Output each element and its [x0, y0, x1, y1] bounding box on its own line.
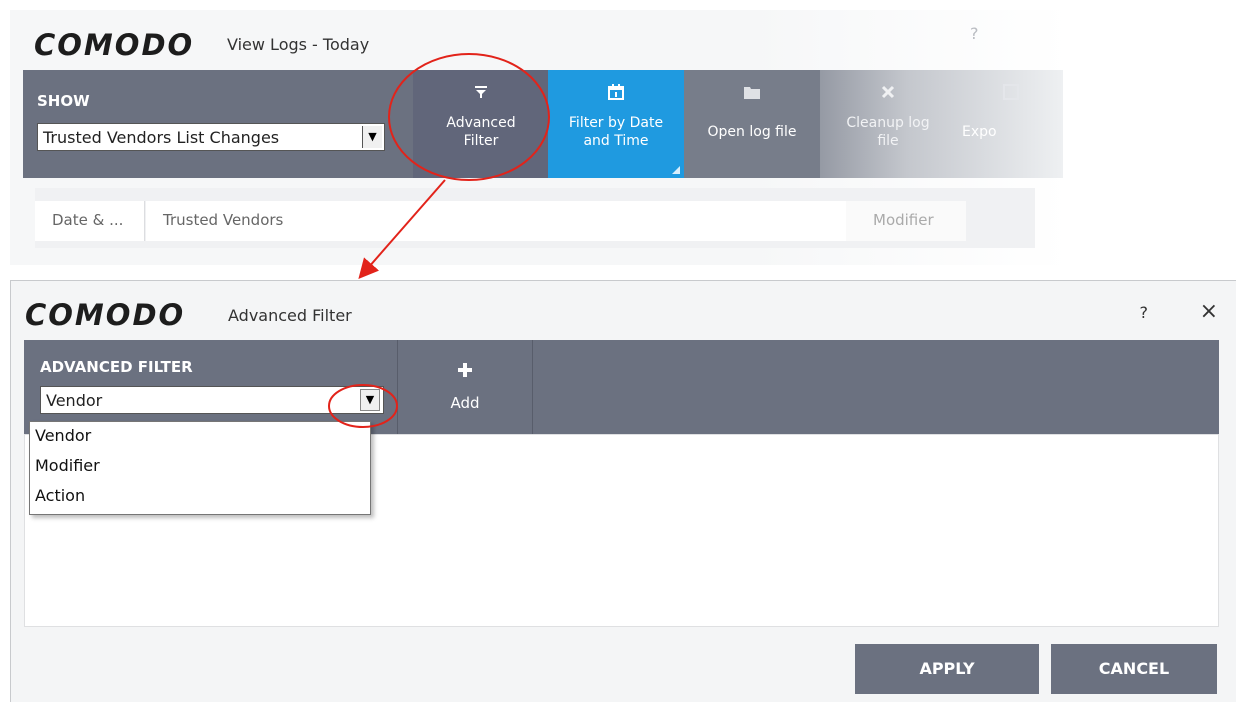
- toolbar-divider: [532, 340, 533, 434]
- open-log-file-label: Open log file: [707, 124, 797, 140]
- dropdown-arrow-icon[interactable]: ▼: [362, 126, 382, 148]
- cleanup-log-file-button[interactable]: Cleanup log file: [820, 70, 956, 178]
- apply-button[interactable]: APPLY: [855, 644, 1039, 694]
- help-button[interactable]: ?: [970, 24, 979, 43]
- help-button[interactable]: ?: [1140, 303, 1149, 322]
- folder-icon: [684, 84, 820, 104]
- column-header-date-label: Date & ...: [52, 211, 124, 229]
- export-label: Expo: [962, 124, 997, 140]
- comodo-logo: COMODO: [34, 28, 195, 62]
- log-table: Date & ... Trusted Vendors Modifier: [35, 188, 1035, 248]
- column-header-modifier-label: Modifier: [873, 211, 934, 229]
- add-filter-button[interactable]: Add: [398, 340, 532, 434]
- dropdown-option-action[interactable]: Action: [35, 486, 85, 505]
- plus-icon: [398, 360, 532, 380]
- add-label: Add: [450, 394, 480, 412]
- filter-icon: [413, 84, 549, 104]
- window-title: View Logs - Today: [227, 35, 370, 54]
- cancel-button[interactable]: CANCEL: [1051, 644, 1217, 694]
- dropdown-option-modifier[interactable]: Modifier: [35, 456, 100, 475]
- cleanup-log-label-1: Cleanup log: [846, 115, 930, 131]
- filter-toolbar: ADVANCED FILTER Vendor ▼ Add: [24, 340, 1219, 434]
- advanced-filter-label-1: Advanced: [446, 115, 516, 131]
- advanced-filter-button[interactable]: Advanced Filter: [413, 70, 549, 178]
- calendar-icon: [548, 84, 684, 105]
- cleanup-log-label-2: file: [877, 133, 899, 149]
- filter-by-date-button[interactable]: Filter by Date and Time: [548, 70, 684, 178]
- export-button[interactable]: Expo: [956, 70, 1066, 178]
- x-icon: [820, 84, 956, 104]
- filter-field-select[interactable]: Vendor ▼: [40, 386, 384, 414]
- show-label: SHOW: [37, 92, 90, 110]
- dropdown-arrow-icon[interactable]: ▼: [360, 389, 380, 411]
- column-header-trusted-vendors[interactable]: Trusted Vendors: [146, 201, 846, 241]
- log-type-value: Trusted Vendors List Changes: [43, 128, 280, 147]
- filter-by-date-label-2: and Time: [583, 133, 649, 149]
- filter-field-dropdown-list: Vendor Modifier Action: [29, 421, 371, 515]
- log-toolbar: SHOW Trusted Vendors List Changes ▼ Adva…: [23, 70, 1063, 178]
- comodo-logo: COMODO: [25, 298, 186, 332]
- log-type-select[interactable]: Trusted Vendors List Changes ▼: [37, 123, 385, 151]
- view-logs-window: COMODO View Logs - Today ? SHOW Trusted …: [10, 10, 1070, 265]
- close-icon[interactable]: ×: [1200, 299, 1218, 324]
- dropdown-option-vendor[interactable]: Vendor: [35, 426, 91, 445]
- advanced-filter-label-2: Filter: [463, 133, 499, 149]
- column-header-date[interactable]: Date & ...: [35, 201, 145, 241]
- column-header-trusted-vendors-label: Trusted Vendors: [163, 211, 284, 229]
- column-header-modifier[interactable]: Modifier: [846, 201, 966, 241]
- filter-by-date-label-1: Filter by Date: [568, 115, 664, 131]
- submenu-corner-icon: [672, 166, 680, 174]
- open-log-file-button[interactable]: Open log file: [684, 70, 820, 178]
- advanced-filter-heading: ADVANCED FILTER: [40, 358, 193, 376]
- export-icon: [956, 84, 1066, 105]
- dialog-title: Advanced Filter: [228, 306, 352, 325]
- filter-field-value: Vendor: [46, 391, 103, 410]
